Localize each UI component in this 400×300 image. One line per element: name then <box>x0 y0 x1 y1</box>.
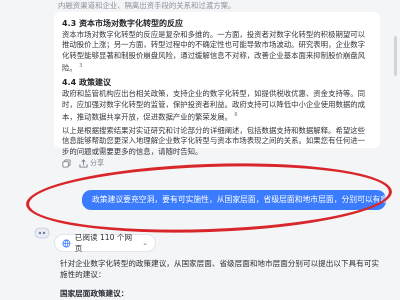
answer-actions: 分享 <box>62 156 104 170</box>
section-4-3-text: 资本市场对数字化转型的反应是复杂和多维的。一方面，投资者对数字化转型的积极期望可… <box>62 30 366 73</box>
assistant-avatar-icon <box>34 227 50 239</box>
chevron-down-icon: ⌄ <box>142 239 148 247</box>
reply-heading: 国家层面政策建议： <box>60 289 129 298</box>
assistant-reply: 针对企业数字化转型的政策建议，从国家层面、省级层面和地市层面分别可以提出以下具有… <box>60 258 386 299</box>
copy-button[interactable] <box>62 158 71 168</box>
section-4-3-title: 4.3 资本市场对数字化转型的反应 <box>62 19 183 28</box>
citation-marker[interactable]: 3 <box>79 63 82 69</box>
share-icon <box>79 158 88 168</box>
previous-answer-fragment: 内融资渠道和企业、隔离出资手段的关系和过渡方案。 <box>58 1 236 10</box>
reply-intro: 针对企业数字化转型的政策建议，从国家层面、省级层面和地市层面分别可以提出以下具有… <box>60 259 379 279</box>
globe-icon <box>62 239 71 247</box>
section-4-4-text: 政府和监管机构应出台相关政策，支持企业的数字化转型，如提供税收优惠、资金支持等。… <box>62 89 366 122</box>
search-pill-label: 已阅读 110 个网页 <box>74 233 133 253</box>
section-4-4-title: 4.4 政策建议 <box>62 78 111 88</box>
scrollbar[interactable] <box>394 36 397 76</box>
share-button[interactable]: 分享 <box>79 158 104 168</box>
assistant-answer-card: 4.3 资本市场对数字化转型的反应 资本市场对数字化转型的反应是复杂和多维的。一… <box>54 12 380 156</box>
section-4-3-body: 资本市场对数字化转型的反应是复杂和多维的。一方面，投资者对数字化转型的积极期望可… <box>62 30 372 74</box>
web-search-status[interactable]: 已阅读 110 个网页 ⌄ <box>54 233 156 253</box>
closing-paragraph: 以上是根据搜索结果对实证研究和讨论部分的详细阐述，包括数据支持和数据解释。希望这… <box>62 125 366 156</box>
copy-icon <box>62 158 71 168</box>
share-label: 分享 <box>90 159 104 167</box>
citation-marker[interactable]: 6 <box>234 112 237 118</box>
section-4-4-body: 政府和监管机构应出台相关政策，支持企业的数字化转型，如提供税收优惠、资金支持等。… <box>62 89 372 123</box>
